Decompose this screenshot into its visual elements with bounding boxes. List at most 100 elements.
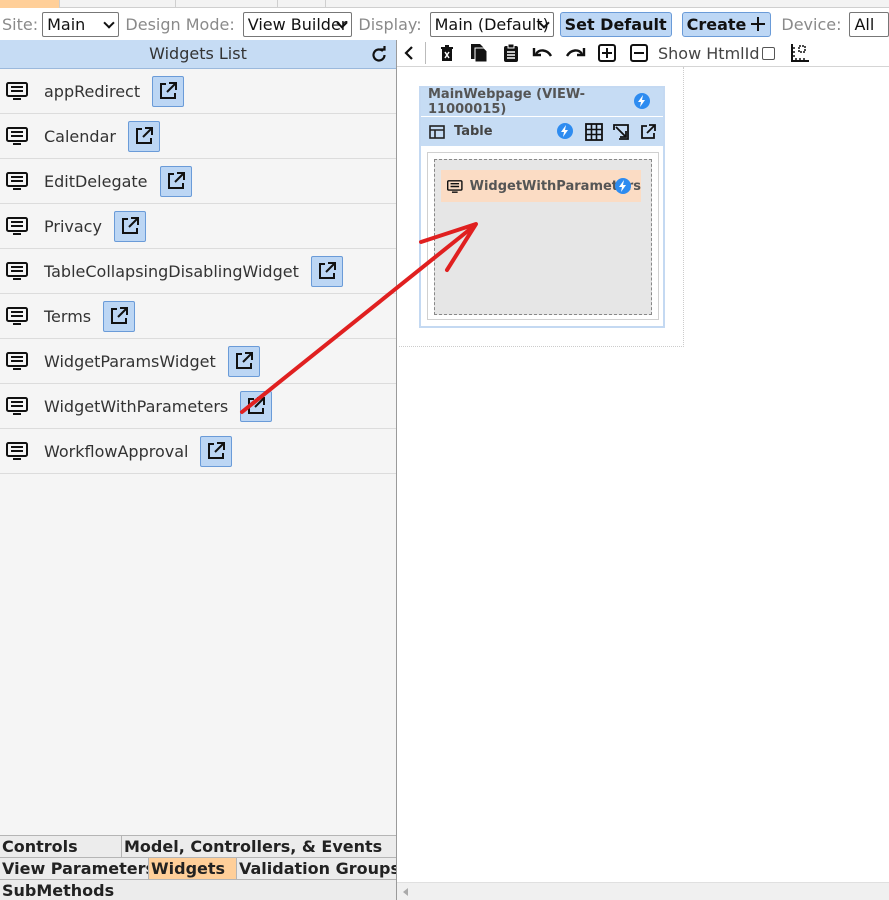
view-container[interactable]: MainWebpage (VIEW-11000015) Table Widget…: [419, 86, 665, 328]
widget-list-item[interactable]: EditDelegate: [0, 159, 396, 204]
widget-list-item[interactable]: WidgetWithParameters: [0, 384, 396, 429]
widget-list-item-label: Privacy: [44, 216, 102, 236]
external-link-icon[interactable]: [640, 124, 656, 140]
ruler-button[interactable]: [787, 42, 813, 64]
create-button-label: Create: [686, 14, 747, 34]
external-link-icon: [121, 217, 139, 234]
widget-icon: [6, 397, 28, 415]
tab-widgets[interactable]: Widgets: [149, 858, 237, 879]
collapse-all-button[interactable]: [626, 42, 652, 64]
copy-button[interactable]: [466, 42, 492, 64]
tab-controls[interactable]: Controls: [0, 836, 122, 857]
top-tab[interactable]: [278, 0, 326, 8]
horizontal-scrollbar[interactable]: [397, 882, 889, 900]
designer-canvas[interactable]: MainWebpage (VIEW-11000015) Table Widget…: [397, 67, 889, 882]
external-link-icon: [167, 172, 185, 189]
widget-list-item[interactable]: Calendar: [0, 114, 396, 159]
open-widget-button[interactable]: [200, 435, 233, 467]
display-select[interactable]: Main (Default): [429, 11, 554, 37]
widget-list-item-label: TableCollapsingDisablingWidget: [44, 261, 299, 281]
main-toolbar: Site: Main Design Mode: View Builder Dis…: [0, 8, 889, 40]
bottom-tab-row: View Parameters Widgets Validation Group…: [0, 857, 396, 879]
widget-list-item-label: appRedirect: [44, 81, 141, 101]
device-label: Device:: [781, 14, 842, 34]
design-mode-label: Design Mode:: [125, 14, 235, 34]
open-widget-button[interactable]: [310, 255, 343, 287]
resize-icon[interactable]: [613, 124, 629, 140]
copy-icon: [471, 44, 488, 63]
set-default-button[interactable]: Set Default: [559, 11, 672, 37]
table-header[interactable]: Table: [421, 117, 663, 146]
lightning-icon[interactable]: [615, 178, 631, 194]
chevron-left-icon: [404, 46, 413, 60]
undo-button[interactable]: [530, 42, 556, 64]
expand-all-button[interactable]: [594, 42, 620, 64]
widget-list-item[interactable]: appRedirect: [0, 69, 396, 114]
widget-icon: [6, 172, 28, 190]
clipboard-icon: [504, 43, 518, 62]
table-cell-dropzone[interactable]: WidgetWithParameters: [434, 159, 652, 315]
tab-validation-groups[interactable]: Validation Groups: [237, 858, 396, 879]
table-icon: [429, 124, 445, 139]
design-mode-select[interactable]: View Builder: [242, 11, 353, 37]
widget-list-item[interactable]: WorkflowApproval: [0, 429, 396, 474]
collapse-panel-button[interactable]: [401, 42, 417, 64]
widget-list-item[interactable]: Privacy: [0, 204, 396, 249]
tab-submethods[interactable]: SubMethods: [0, 880, 396, 900]
external-link-icon: [111, 307, 129, 324]
external-link-icon: [160, 82, 178, 99]
plus-icon: [751, 17, 766, 31]
paste-button[interactable]: [498, 42, 524, 64]
open-widget-button[interactable]: [127, 120, 160, 152]
open-widget-button[interactable]: [240, 390, 273, 422]
table-body: WidgetWithParameters: [427, 152, 659, 320]
open-widget-button[interactable]: [152, 75, 185, 107]
device-select[interactable]: All: [849, 11, 889, 37]
lightning-icon[interactable]: [634, 93, 650, 109]
widget-list-item[interactable]: WidgetParamsWidget: [0, 339, 396, 384]
refresh-icon[interactable]: [370, 46, 388, 64]
widget-list: appRedirect Calendar EditDelegate Privacy Ta…: [0, 69, 396, 474]
show-htmlid-label: Show HtmlId: [658, 43, 760, 63]
minus-square-icon: [630, 44, 648, 62]
redo-button[interactable]: [562, 42, 588, 64]
widget-list-item[interactable]: Terms: [0, 294, 396, 339]
widget-list-item-label: WidgetParamsWidget: [44, 351, 216, 371]
display-label: Display:: [358, 14, 422, 34]
widget-list-item-label: Calendar: [44, 126, 116, 146]
view-title: MainWebpage (VIEW-11000015): [428, 87, 586, 117]
open-widget-button[interactable]: [103, 300, 136, 332]
widget-list-item-label: WidgetWithParameters: [44, 396, 229, 416]
widget-list-item[interactable]: TableCollapsingDisablingWidget: [0, 249, 396, 294]
widget-icon: [6, 307, 28, 325]
view-header[interactable]: MainWebpage (VIEW-11000015): [421, 87, 663, 117]
lightning-icon[interactable]: [557, 123, 573, 139]
external-link-icon: [135, 127, 153, 144]
widget-list-item-label: EditDelegate: [44, 171, 148, 191]
grid-icon[interactable]: [585, 123, 603, 141]
tab-view-parameters[interactable]: View Parameters: [0, 858, 149, 879]
top-tab[interactable]: [176, 0, 278, 8]
widget-icon: [6, 442, 28, 460]
create-button[interactable]: Create: [681, 11, 772, 37]
delete-button[interactable]: [434, 42, 460, 64]
toolbar-divider: [425, 42, 426, 64]
top-tab-strip: [0, 0, 889, 8]
design-mode-value: View Builder: [247, 14, 348, 34]
show-htmlid-checkbox[interactable]: [762, 46, 776, 60]
widgets-panel: Widgets List appRedirect Calendar EditDele…: [0, 40, 397, 900]
open-widget-button[interactable]: [227, 345, 260, 377]
open-widget-button[interactable]: [113, 210, 146, 242]
open-widget-button[interactable]: [159, 165, 192, 197]
widget-icon: [6, 352, 28, 370]
undo-icon: [532, 48, 553, 57]
site-select[interactable]: Main: [42, 11, 120, 37]
widget-icon: [447, 179, 463, 193]
site-label: Site:: [2, 14, 39, 34]
top-tab-active[interactable]: [0, 0, 60, 8]
tab-model-controllers-events[interactable]: Model, Controllers, & Events: [122, 836, 396, 857]
scroll-left-arrow-icon[interactable]: [403, 888, 408, 896]
top-tab[interactable]: [60, 0, 176, 8]
external-link-icon: [318, 262, 336, 279]
placed-widget[interactable]: WidgetWithParameters: [441, 170, 641, 202]
